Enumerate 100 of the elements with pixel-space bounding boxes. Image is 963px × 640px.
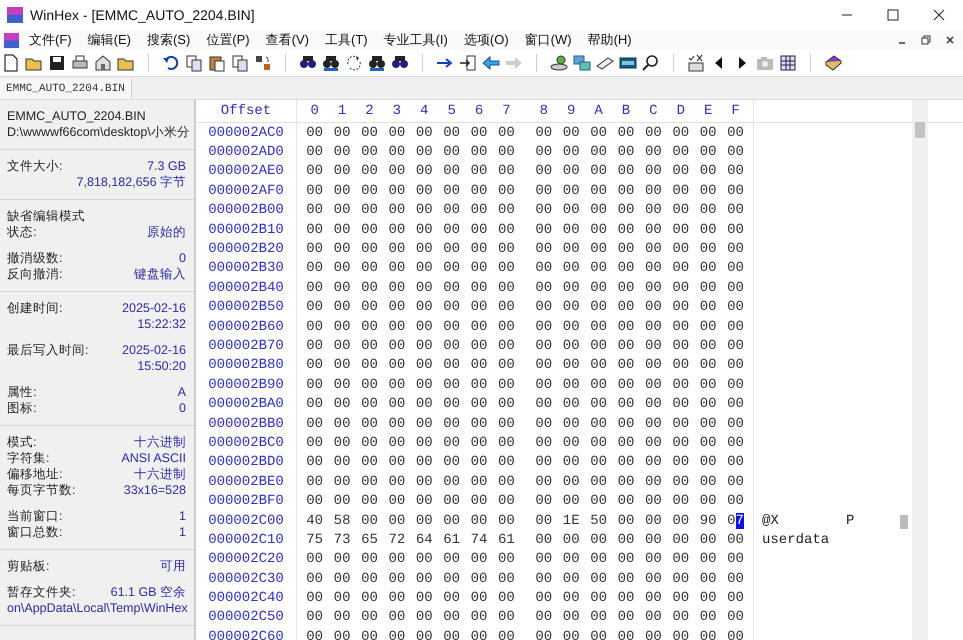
hex-byte[interactable]: 00 xyxy=(328,124,356,141)
hex-byte[interactable]: 00 xyxy=(694,396,722,412)
hex-byte[interactable]: 00 xyxy=(438,338,466,354)
hex-byte[interactable]: 00 xyxy=(612,338,640,354)
hex-byte[interactable]: 00 xyxy=(301,241,328,258)
hex-byte[interactable]: 00 xyxy=(356,628,384,640)
hex-byte[interactable]: 00 xyxy=(722,299,750,316)
hex-byte[interactable]: 00 xyxy=(492,163,520,180)
hex-byte[interactable]: 00 xyxy=(410,338,438,354)
hex-byte[interactable]: 00 xyxy=(530,202,558,218)
hex-byte[interactable]: 00 xyxy=(383,551,411,568)
hex-byte[interactable]: 00 xyxy=(530,280,558,296)
hex-byte[interactable]: 00 xyxy=(356,163,384,180)
hex-byte[interactable]: 00 xyxy=(584,124,612,141)
hex-byte[interactable]: 00 xyxy=(328,357,356,374)
hex-byte[interactable]: 00 xyxy=(667,144,694,160)
hex-byte[interactable]: 00 xyxy=(383,357,411,374)
hex-byte[interactable]: 00 xyxy=(356,396,384,412)
hex-byte[interactable]: 00 xyxy=(694,551,722,568)
hex-byte[interactable]: 00 xyxy=(410,590,438,606)
hex-byte[interactable]: 00 xyxy=(383,182,411,199)
hex-byte[interactable]: 00 xyxy=(722,202,750,218)
replace-icon[interactable] xyxy=(345,54,363,72)
hex-byte[interactable]: 00 xyxy=(465,512,493,528)
hex-byte[interactable]: 00 xyxy=(383,454,411,470)
hex-byte[interactable]: 00 xyxy=(612,532,640,548)
hex-byte[interactable]: 00 xyxy=(328,376,356,393)
new-file-icon[interactable] xyxy=(2,54,20,72)
hex-byte[interactable]: 00 xyxy=(667,474,694,490)
hex-byte[interactable]: 00 xyxy=(383,396,411,412)
hex-byte[interactable]: 00 xyxy=(465,338,493,354)
hex-byte[interactable]: 00 xyxy=(530,163,558,180)
hex-byte[interactable]: 00 xyxy=(667,318,694,335)
hex-byte[interactable]: 00 xyxy=(356,222,384,238)
hex-byte[interactable]: 00 xyxy=(438,144,466,160)
hex-byte[interactable]: 00 xyxy=(410,551,438,568)
hex-byte[interactable]: 00 xyxy=(640,474,668,490)
hex-byte[interactable]: 00 xyxy=(301,222,328,238)
hex-byte[interactable]: 00 xyxy=(465,299,493,316)
hex-byte[interactable]: 00 xyxy=(612,318,640,335)
hex-byte[interactable]: 00 xyxy=(492,376,520,393)
hex-byte[interactable]: 00 xyxy=(492,628,520,640)
hex-byte[interactable]: 00 xyxy=(722,396,750,412)
hex-byte[interactable]: 00 xyxy=(465,241,493,258)
hex-byte[interactable]: 00 xyxy=(492,280,520,296)
hex-byte[interactable]: 00 xyxy=(694,357,722,374)
hex-byte[interactable]: 00 xyxy=(694,609,722,626)
hex-byte[interactable]: 00 xyxy=(301,318,328,335)
hex-byte[interactable]: 00 xyxy=(410,280,438,296)
hex-byte[interactable]: 00 xyxy=(530,182,558,199)
hex-byte[interactable]: 00 xyxy=(584,260,612,276)
hex-byte[interactable]: 00 xyxy=(558,260,585,276)
hex-byte[interactable]: 00 xyxy=(612,124,640,141)
back-arrow-icon[interactable] xyxy=(482,54,500,72)
hex-byte[interactable]: 00 xyxy=(356,357,384,374)
hex-byte[interactable]: 00 xyxy=(558,532,585,548)
hex-byte[interactable]: 00 xyxy=(492,416,520,432)
scrollbar-thumb[interactable] xyxy=(915,122,925,138)
hex-byte[interactable]: 00 xyxy=(530,551,558,568)
hex-byte[interactable]: 65 xyxy=(356,532,384,548)
hex-byte[interactable]: 00 xyxy=(640,299,668,316)
hex-byte[interactable]: 00 xyxy=(530,493,558,510)
hex-byte[interactable]: 00 xyxy=(410,416,438,432)
hex-byte[interactable]: 00 xyxy=(356,182,384,199)
hex-byte[interactable]: 00 xyxy=(465,260,493,276)
save-icon[interactable] xyxy=(48,54,66,72)
menu-item[interactable]: 窗口(W) xyxy=(524,31,572,49)
hex-byte[interactable]: 00 xyxy=(438,299,466,316)
hex-byte[interactable]: 00 xyxy=(530,318,558,335)
hex-byte[interactable]: 00 xyxy=(584,144,612,160)
hex-byte[interactable]: 00 xyxy=(667,416,694,432)
hex-byte[interactable]: 00 xyxy=(465,357,493,374)
hex-byte[interactable]: 00 xyxy=(694,222,722,238)
close-icon[interactable] xyxy=(933,9,945,21)
hex-byte[interactable]: 00 xyxy=(530,590,558,606)
hex-byte[interactable]: 00 xyxy=(492,144,520,160)
hex-byte[interactable]: 00 xyxy=(328,474,356,490)
hex-byte[interactable]: 00 xyxy=(465,474,493,490)
hex-byte[interactable]: 00 xyxy=(640,590,668,606)
hex-byte[interactable]: 00 xyxy=(356,416,384,432)
hex-byte[interactable]: 00 xyxy=(438,396,466,412)
hex-byte[interactable]: 00 xyxy=(694,299,722,316)
hex-byte[interactable]: 00 xyxy=(667,628,694,640)
hex-byte[interactable]: 00 xyxy=(667,357,694,374)
hex-byte[interactable]: 00 xyxy=(640,280,668,296)
hex-byte[interactable]: 00 xyxy=(612,260,640,276)
hex-byte[interactable]: 00 xyxy=(722,434,750,451)
hex-byte[interactable]: 00 xyxy=(301,357,328,374)
hex-byte[interactable]: 00 xyxy=(301,202,328,218)
hex-byte[interactable]: 00 xyxy=(530,628,558,640)
hex-byte[interactable]: 00 xyxy=(438,570,466,587)
hex-byte[interactable]: 00 xyxy=(492,590,520,606)
hex-byte[interactable]: 00 xyxy=(722,280,750,296)
hex-byte[interactable]: 00 xyxy=(640,260,668,276)
hex-byte[interactable]: 00 xyxy=(492,241,520,258)
goto-icon[interactable] xyxy=(459,54,477,72)
file-tab[interactable]: EMMC_AUTO_2204.BIN xyxy=(0,79,132,99)
hex-byte[interactable]: 00 xyxy=(584,222,612,238)
hex-byte[interactable]: 00 xyxy=(694,163,722,180)
hex-byte[interactable]: 00 xyxy=(667,590,694,606)
